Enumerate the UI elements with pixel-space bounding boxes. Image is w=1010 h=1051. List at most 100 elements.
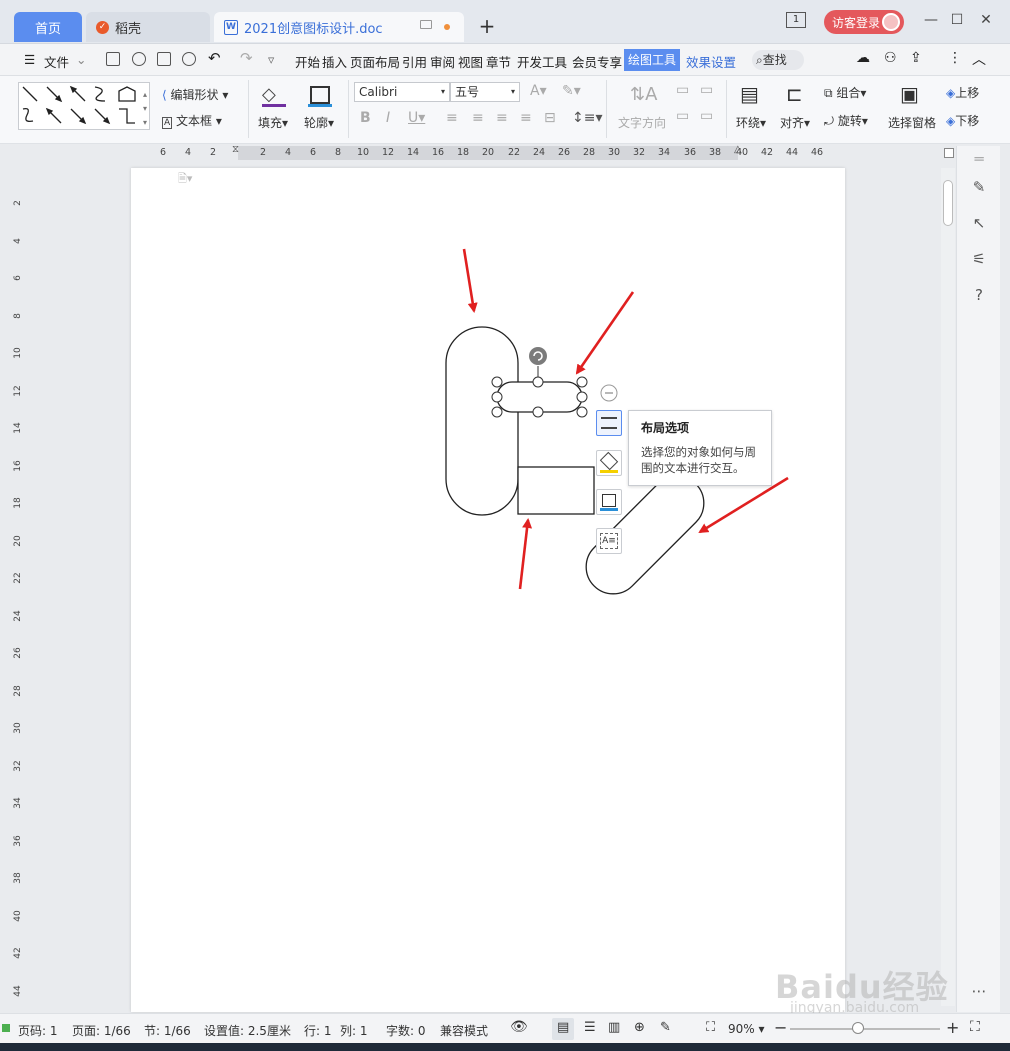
menu-references[interactable]: 引用 [402, 52, 427, 71]
underline-icon[interactable]: U▾ [408, 110, 425, 126]
page-count-icon[interactable]: 1 [786, 12, 806, 28]
menu-member[interactable]: 会员专享 [572, 52, 622, 71]
menu-page-layout[interactable]: 页面布局 [350, 52, 400, 71]
zoom-out-icon[interactable]: − [774, 1018, 787, 1037]
italic-icon[interactable]: I [386, 110, 390, 126]
rotate-button[interactable]: ⤾ 旋转▾ [824, 112, 868, 129]
print-icon[interactable] [157, 52, 171, 66]
reading-view-icon[interactable]: ▥ [608, 1020, 620, 1035]
share-icon[interactable]: ⇪ [910, 50, 922, 66]
help-icon[interactable]: ? [970, 286, 988, 304]
chevron-down-icon[interactable]: ⌄ [76, 52, 86, 67]
status-col[interactable]: 列: 1 [340, 1022, 368, 1039]
collapse-ribbon-icon[interactable]: ︿ [972, 49, 986, 69]
menu-drawing-tools[interactable]: 绘图工具 [624, 49, 680, 71]
scrollbar-thumb[interactable] [943, 180, 953, 226]
selection-pane-button[interactable]: 选择窗格 [888, 114, 936, 131]
text-box-tool-icon[interactable]: ▭ [700, 108, 713, 124]
align-left-icon[interactable]: ≡ [446, 110, 458, 126]
cloud-icon[interactable]: ☁ [856, 50, 870, 66]
close-icon[interactable]: ✕ [977, 12, 995, 30]
properties-icon[interactable]: ⚟ [970, 250, 988, 268]
save-icon[interactable] [106, 52, 120, 66]
maximize-icon[interactable]: ☐ [948, 12, 966, 30]
status-page[interactable]: 页面: 1/66 [72, 1022, 131, 1039]
menu-insert[interactable]: 插入 [322, 52, 347, 71]
bold-icon[interactable]: B [360, 110, 371, 126]
menu-chapter[interactable]: 章节 [486, 52, 511, 71]
font-name-select[interactable]: Calibri ▾ [354, 82, 450, 102]
vertical-scrollbar[interactable] [941, 168, 955, 1006]
status-row[interactable]: 行: 1 [304, 1022, 332, 1039]
menu-effect-settings[interactable]: 效果设置 [686, 52, 736, 71]
eye-protection-icon[interactable]: 👁 [510, 1019, 528, 1035]
ruler-toggle-icon[interactable] [944, 148, 954, 158]
zoom-slider-thumb[interactable] [852, 1022, 864, 1034]
export-pdf-icon[interactable] [132, 52, 146, 66]
web-view-icon[interactable]: ⊕ [634, 1020, 645, 1035]
justify-icon[interactable]: ≡ [520, 110, 532, 126]
highlight-icon[interactable]: ✎▾ [562, 83, 581, 99]
print-preview-icon[interactable] [182, 52, 196, 66]
zoom-slider[interactable] [790, 1028, 940, 1030]
text-box-tool-icon[interactable]: ▭ [676, 108, 689, 124]
paragraph-options-icon[interactable]: 🗎▾ [178, 170, 192, 189]
shape-outline-button[interactable] [596, 489, 622, 515]
customize-toolbar-icon[interactable]: ▿ [268, 52, 274, 67]
search-button[interactable]: ⌕查找 [752, 50, 804, 70]
indent-marker-icon[interactable]: ⧖ [232, 144, 239, 155]
text-box-tool-icon[interactable]: ▭ [700, 82, 713, 98]
fit-page-icon[interactable]: ⛶ [706, 1020, 715, 1035]
cursor-icon[interactable]: ↖ [970, 214, 988, 232]
collaborate-icon[interactable]: ⚇ [884, 50, 897, 66]
text-box-button[interactable]: A 文本框 ▾ [162, 112, 222, 129]
redo-icon[interactable]: ↷ [240, 49, 253, 67]
distribute-icon[interactable]: ⊟ [544, 110, 556, 126]
group-button[interactable]: ⧉ 组合▾ [824, 84, 866, 101]
selection-pane-icon[interactable]: ▣ [900, 82, 919, 106]
layout-options-button[interactable] [596, 410, 622, 436]
status-compat-mode[interactable]: 兼容模式 [440, 1022, 488, 1039]
zoom-in-icon[interactable]: + [946, 1018, 959, 1037]
menu-start[interactable]: 开始 [295, 52, 320, 71]
fill-icon[interactable]: ◇ [262, 84, 276, 105]
document-page[interactable] [131, 168, 845, 1012]
hamburger-icon[interactable]: ☰ [24, 52, 35, 67]
more-options-icon[interactable]: ⋮ [948, 50, 962, 66]
status-setting[interactable]: 设置值: 2.5厘米 [204, 1022, 291, 1039]
text-direction-icon[interactable]: ⇅A [630, 84, 657, 105]
send-down-button[interactable]: ◈下移 [946, 112, 979, 129]
menu-review[interactable]: 审阅 [430, 52, 455, 71]
undo-icon[interactable]: ↶ [208, 49, 221, 67]
menu-developer[interactable]: 开发工具 [517, 52, 567, 71]
zoom-level[interactable]: 90% ▾ [728, 1022, 765, 1036]
align-objects-icon[interactable]: ⊏ [786, 82, 803, 106]
shape-fill-button[interactable] [596, 450, 622, 476]
text-direction-button[interactable]: 文字方向 [618, 114, 666, 131]
line-spacing-icon[interactable]: ↕≡▾ [572, 110, 603, 126]
status-section[interactable]: 节: 1/66 [144, 1022, 191, 1039]
more-icon[interactable]: ⋯ [970, 982, 988, 1000]
status-page-code[interactable]: 页码: 1 [18, 1022, 58, 1039]
outline-view-icon[interactable]: ☰ [584, 1020, 596, 1035]
minimize-icon[interactable]: — [922, 12, 940, 30]
align-center-icon[interactable]: ≡ [472, 110, 484, 126]
menu-file[interactable]: 文件 [44, 52, 69, 71]
wrap-button[interactable]: 环绕▾ [736, 114, 766, 131]
collapse-panel-icon[interactable]: ═ [970, 150, 988, 168]
fill-button[interactable]: 填充▾ [258, 114, 288, 131]
monitor-icon[interactable] [420, 20, 432, 29]
edit-shape-button[interactable]: ⟨ 编辑形状 ▾ [162, 86, 228, 103]
tab-daoke[interactable]: ✓ 稻壳 [86, 12, 210, 42]
text-box-float-button[interactable]: A≡ [596, 528, 622, 554]
fullscreen-icon[interactable]: ⛶ [970, 1019, 980, 1035]
login-button[interactable]: 访客登录 [824, 10, 904, 34]
outline-icon[interactable] [310, 86, 330, 104]
align-right-icon[interactable]: ≡ [496, 110, 508, 126]
text-box-tool-icon[interactable]: ▭ [676, 82, 689, 98]
tab-document[interactable]: W 2021创意图标设计.doc [214, 12, 464, 42]
outline-button[interactable]: 轮廓▾ [304, 114, 334, 131]
status-word-count[interactable]: 字数: 0 [386, 1022, 426, 1039]
menu-view[interactable]: 视图 [458, 52, 483, 71]
font-color-icon[interactable]: A▾ [530, 83, 547, 99]
